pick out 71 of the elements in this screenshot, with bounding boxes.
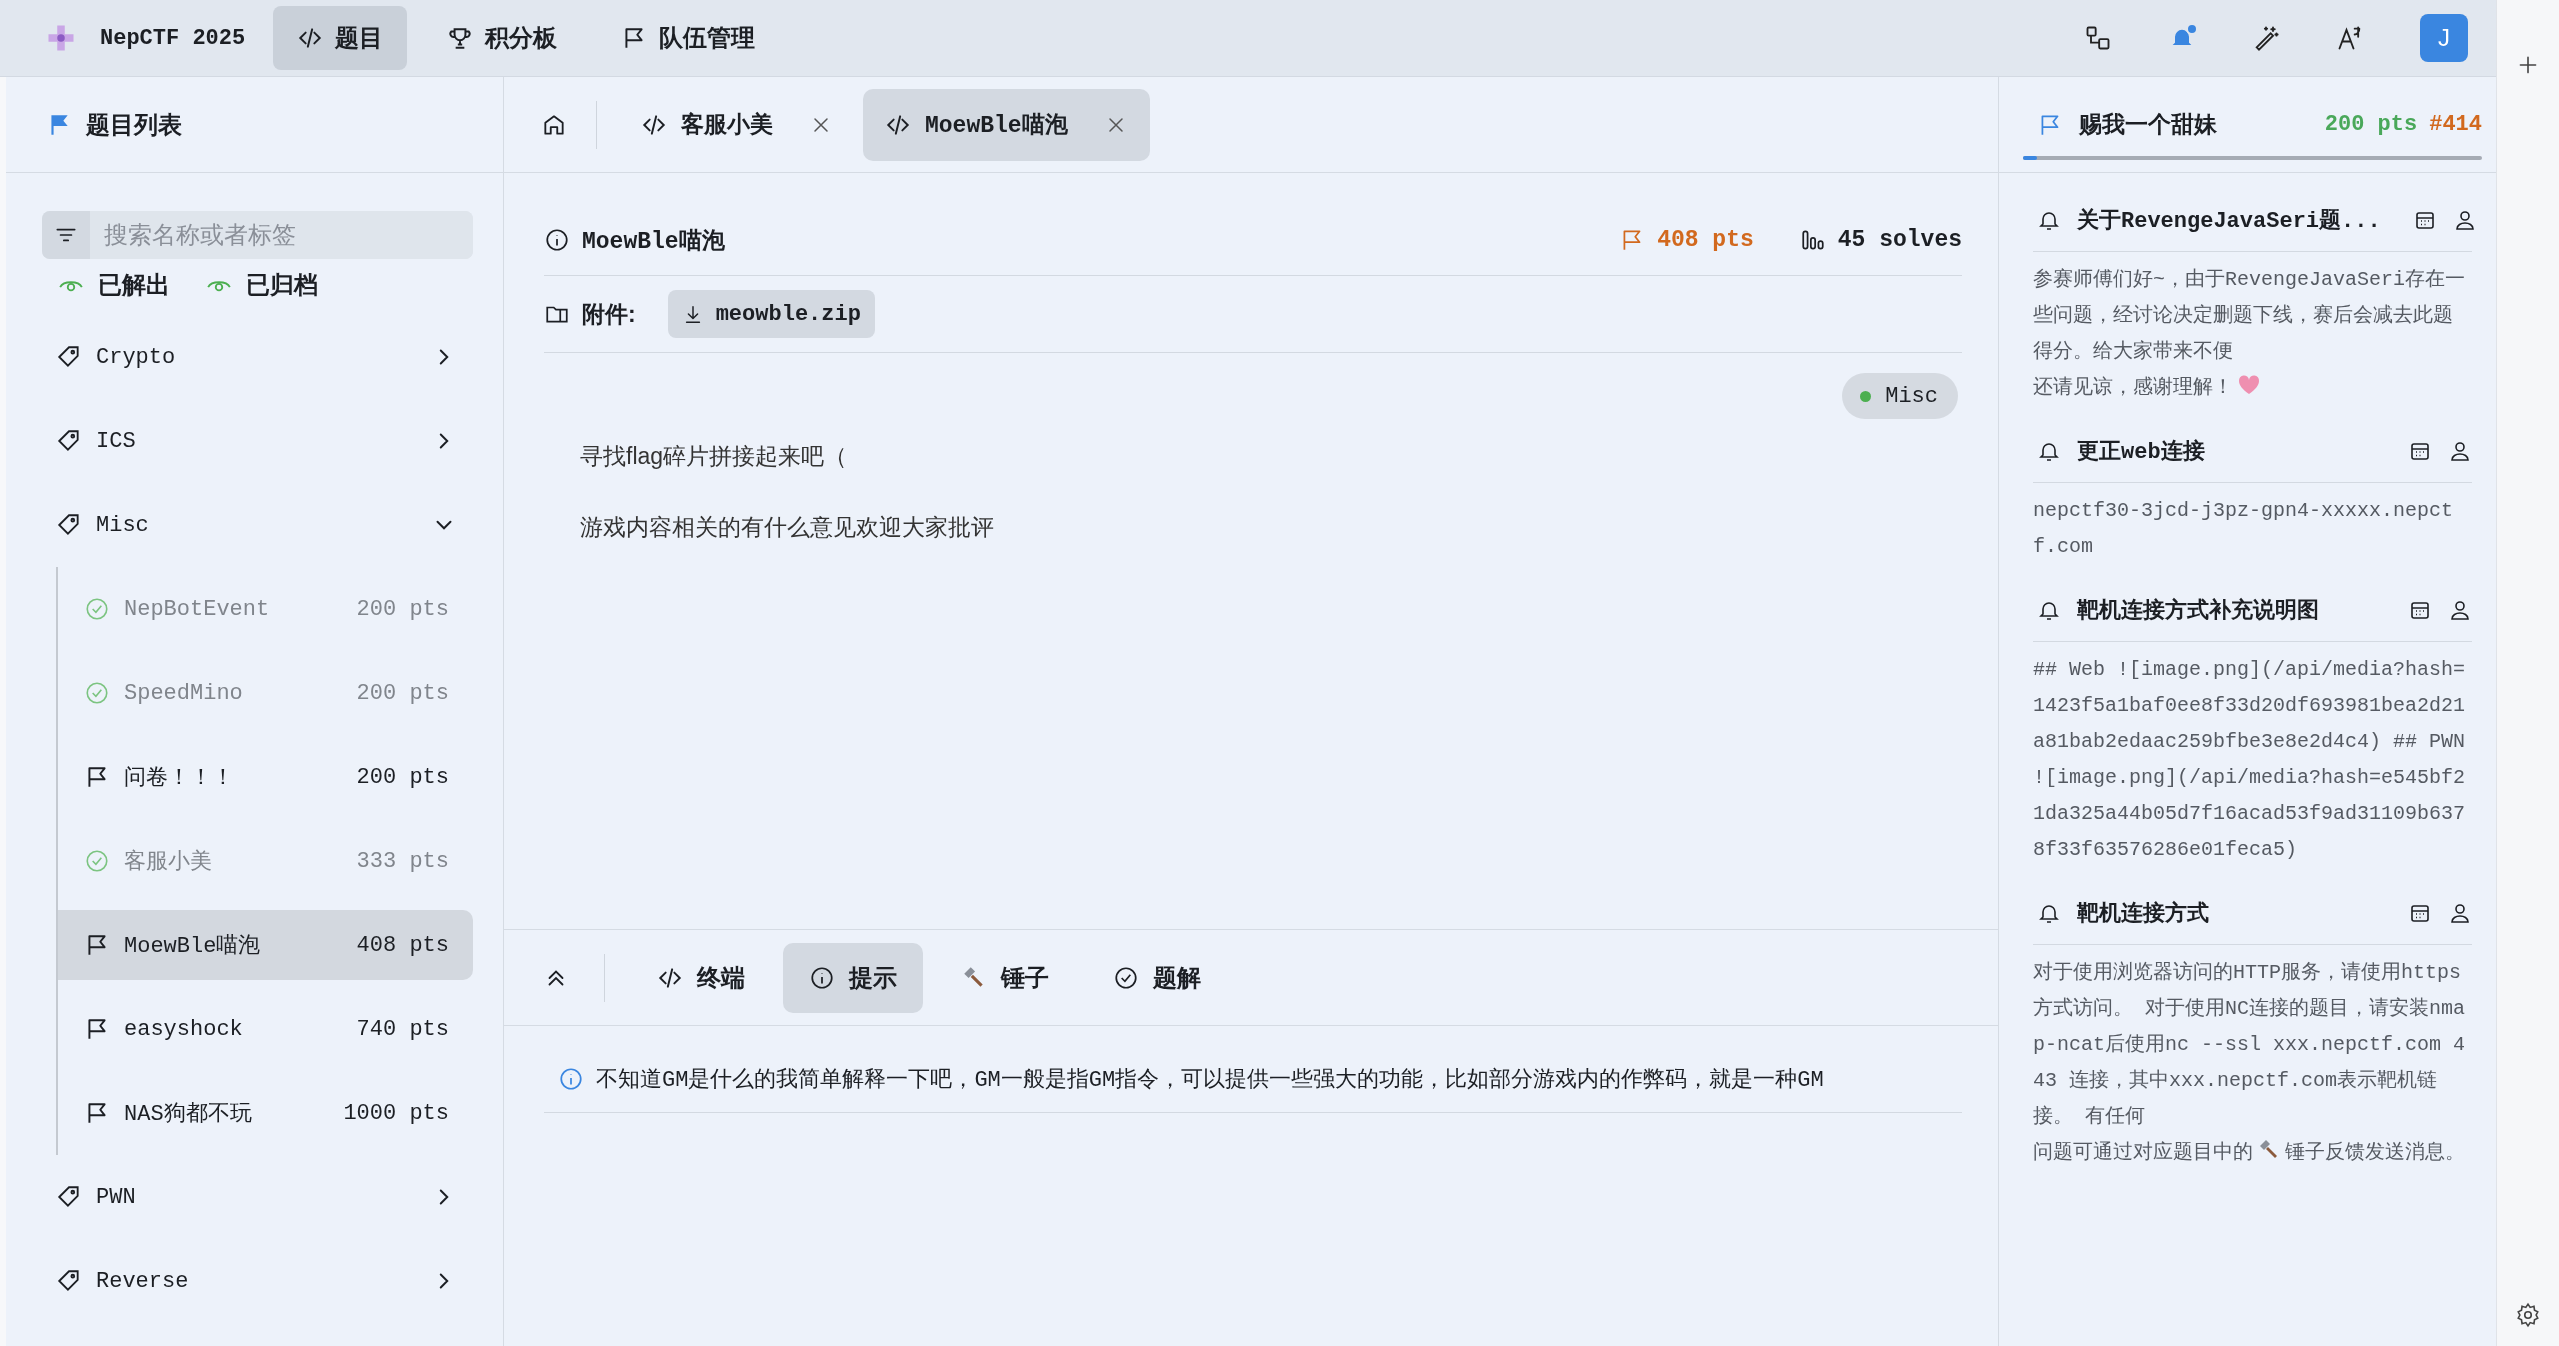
info-icon [558, 1066, 584, 1092]
solve-count: 45 solves [1837, 227, 1962, 253]
user-avatar[interactable]: J [2420, 14, 2468, 62]
team-name: 赐我一个甜妹 [2079, 110, 2217, 139]
panel-tab[interactable]: 终端 [631, 942, 771, 1013]
description-text: 游戏内容相关的有什么意见欢迎大家批评 [580, 513, 995, 542]
user-icon [2448, 439, 2472, 463]
settings-icon[interactable] [2515, 1302, 2541, 1328]
tag-icon [56, 344, 82, 370]
layout-switch-icon [2084, 24, 2112, 52]
announcement-text: 参赛师傅们好~，由于RevengeJavaSeri存在一些问题，经讨论决定删题下线，赛后会减去此题得分。给大家带来不便 [2033, 267, 2467, 365]
challenge-tab[interactable]: 客服小美 [619, 88, 855, 161]
challenge-tab[interactable]: MoewBle喵泡 [863, 88, 1150, 161]
nav-tab[interactable]: 积分板 [423, 6, 582, 70]
trophy-icon [447, 25, 474, 51]
tag-icon [56, 1268, 82, 1294]
team-points: 200 pts [2324, 112, 2418, 137]
download-button[interactable]: meowble.zip [667, 290, 875, 338]
filter-toggle[interactable]: 已解出 [58, 269, 170, 301]
check-circle-icon [84, 596, 110, 622]
category-item[interactable]: Misc [56, 483, 473, 567]
unread-dot [2186, 23, 2198, 35]
challenge-item[interactable]: MoewBle喵泡 408 pts [58, 910, 473, 980]
hint-text: 不知道GM是什么的我简单解释一下吧，GM一般是指GM指令，可以提供一些强大的功能，比如部分游戏内的作弊码，就是一种GM [596, 1066, 1824, 1094]
nav-tab[interactable]: 队伍管理 [597, 6, 780, 70]
category-item[interactable]: Crypto [56, 315, 473, 399]
app-name: NepCTF 2025 [100, 25, 246, 51]
user-icon [2448, 901, 2472, 925]
panel-tab[interactable]: 提示 [783, 942, 923, 1013]
challenge-item[interactable]: 问卷！！！ 200 pts [58, 742, 473, 812]
tag-icon [56, 512, 82, 538]
panel-tab[interactable]: 锤子 [935, 942, 1075, 1013]
announcement-title: 关于RevengeJavaSeri题... [2077, 207, 2381, 235]
announcement-text: nepctf30-3jcd-j3pz-gpn4-xxxxx.nepctf.com [2033, 498, 2455, 560]
announcement-text: 对于使用浏览器访问的HTTP服务，请使用https方式访问。 对于使用NC连接的题目，请安装nmap-ncat后使用nc --ssl xxx.nepctf.com 443 连接，其中xxx.nepctf.com表示靶机链接。 有任何 [2033, 960, 2467, 1130]
category-tag: Misc [1842, 373, 1958, 419]
nav-tab[interactable]: 题目 [273, 6, 408, 70]
description-text: 寻找flag碎片拼接起来吧（ [580, 442, 849, 471]
info-icon [809, 964, 835, 991]
sidebar-title: 题目列表 [86, 109, 182, 140]
challenge-item[interactable]: easyshock 740 pts [58, 994, 473, 1064]
check-circle-icon [84, 848, 110, 874]
heart-icon [2237, 373, 2261, 397]
announcement-text: 问题可通过对应题目中的 [2033, 1140, 2253, 1166]
announcement-text: ## Web ![image.png](/api/media?hash=1423f5a1baf0ee8f33d20df693981bea2d21a81bab2edaac259bfbe3e8e2d4c4) ## PWN ![image.png](/api/media?hash=e545bf21da325a44b05d7f16acad53f9ad31109b6378f33f63576286e01feca5) [2033, 657, 2467, 863]
panel-tab[interactable]: 题解 [1087, 942, 1227, 1013]
attachment-label: 附件: [582, 299, 636, 329]
toolbar-button[interactable] [2084, 24, 2112, 52]
user-icon [2448, 598, 2472, 622]
code-icon [297, 25, 324, 51]
announcement-text: 锤子反馈发送消息。 [2285, 1140, 2465, 1166]
filter-toggle[interactable]: 已归档 [206, 269, 318, 301]
tag-icon [56, 1184, 82, 1210]
category-item[interactable]: ICS [56, 399, 473, 483]
info-icon [544, 227, 570, 253]
announcement-text: 还请见谅，感谢理解！ [2033, 375, 2233, 401]
team-rank: #414 [2429, 112, 2482, 137]
announcement-title: 靶机连接方式 [2077, 900, 2209, 928]
check-circle-icon [84, 680, 110, 706]
category-item[interactable]: Reverse [56, 1239, 473, 1323]
logo-icon [46, 23, 76, 53]
challenge-title: MoewBle喵泡 [582, 227, 725, 256]
category-item[interactable]: PWN [56, 1155, 473, 1239]
announcement-title: 更正web连接 [2077, 438, 2205, 466]
challenge-points: 408 pts [1657, 227, 1754, 253]
challenge-item[interactable]: NAS狗都不玩 1000 pts [58, 1078, 473, 1148]
announcement-title: 靶机连接方式补充说明图 [2077, 597, 2319, 625]
bar-chart-icon [1799, 227, 1826, 253]
tag-icon [56, 428, 82, 454]
check-circle-icon [1113, 964, 1139, 991]
filter-button[interactable] [42, 211, 90, 259]
